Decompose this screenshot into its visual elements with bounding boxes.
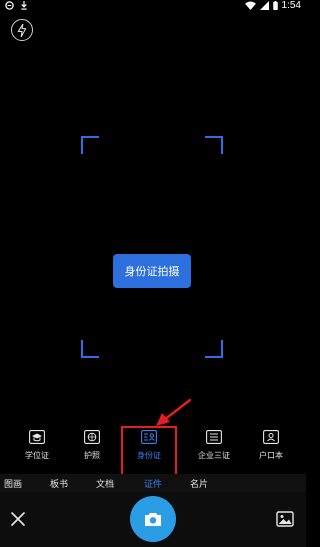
gallery-icon[interactable] xyxy=(276,511,294,527)
viewfinder-frame xyxy=(81,136,223,358)
doc-type-household-register[interactable]: 户口本 xyxy=(246,430,296,461)
flash-icon xyxy=(17,23,27,37)
tab-certificate[interactable]: 证件 xyxy=(144,477,162,490)
tab-drawing[interactable]: 图画 xyxy=(4,477,22,490)
capture-hint-badge: 身份证拍摄 xyxy=(113,254,191,288)
red-arrow-annotation xyxy=(156,398,192,426)
frame-corner-bottom-right xyxy=(205,340,223,358)
doc-type-label: 学位证 xyxy=(25,451,49,460)
capture-mode-tabs: 图画 板书 文档 证件 名片 xyxy=(0,474,306,492)
frame-corner-top-right xyxy=(205,136,223,154)
close-icon[interactable] xyxy=(9,510,27,528)
flash-toggle-button[interactable] xyxy=(11,19,33,41)
shutter-button[interactable] xyxy=(130,496,176,542)
tab-business-card[interactable]: 名片 xyxy=(190,477,208,490)
camera-icon xyxy=(145,512,161,526)
status-bar: 1:54 xyxy=(0,0,306,14)
signal-icon xyxy=(259,1,269,10)
passport-globe-icon xyxy=(84,430,100,444)
doc-type-label: 户口本 xyxy=(259,451,283,460)
tab-blackboard[interactable]: 板书 xyxy=(50,477,68,490)
household-register-icon xyxy=(263,430,279,444)
frame-corner-bottom-left xyxy=(81,340,99,358)
tab-document[interactable]: 文档 xyxy=(96,477,114,490)
highlight-box-annotation xyxy=(121,426,177,476)
doc-type-business-license[interactable]: 企业三证 xyxy=(189,430,239,461)
doc-type-label: 企业三证 xyxy=(198,451,230,460)
doc-type-passport[interactable]: 护照 xyxy=(67,430,117,461)
doc-type-label: 护照 xyxy=(84,451,100,460)
doc-type-degree[interactable]: 学位证 xyxy=(12,430,62,461)
frame-corner-top-left xyxy=(81,136,99,154)
logo-icon xyxy=(5,1,14,10)
status-time: 1:54 xyxy=(281,0,301,11)
battery-icon xyxy=(272,1,278,10)
bottom-controls xyxy=(0,492,306,547)
wifi-icon xyxy=(244,1,256,10)
download-icon xyxy=(21,1,27,10)
business-license-icon xyxy=(206,430,222,444)
graduation-cap-icon xyxy=(29,430,45,444)
